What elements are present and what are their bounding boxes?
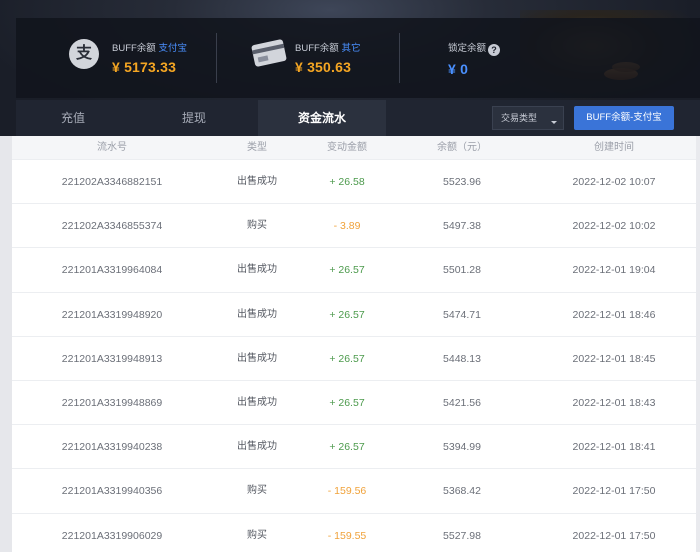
- cell-type: 购买: [247, 220, 267, 232]
- cell-balance: 5448.13: [443, 352, 481, 365]
- cell-change: + 26.57: [329, 352, 365, 365]
- cell-type: 出售成功: [237, 396, 277, 408]
- balance-source-link[interactable]: 其它: [341, 43, 360, 54]
- cell-time: 2022-12-02 10:07: [572, 176, 656, 188]
- balance-amount: ¥ 0: [448, 61, 469, 77]
- table-row: 221201A3319948913 出售成功 + 26.57 5448.13 2022-…: [12, 337, 696, 381]
- balance-text: BUFF余额 支付宝 ¥ 5173.33: [112, 40, 187, 75]
- balance-summary: 支 BUFF余额 支付宝 ¥ 5173.33 BUFF余额 其它 ¥ 350.6…: [16, 18, 700, 98]
- cell-serial: 221202A3346882151: [61, 176, 163, 188]
- cell-time: 2022-12-01 18:41: [572, 441, 656, 454]
- cell-balance: 5474.71: [443, 308, 481, 321]
- cell-change: + 26.57: [329, 396, 365, 409]
- balance-source-link[interactable]: 支付宝: [158, 43, 187, 54]
- column-header-serial: 流水号: [97, 142, 127, 153]
- cell-serial: 221201A3319940356: [61, 485, 163, 498]
- table-row: 221201A3319940356 购买 - 159.56 5368.42 2022-1…: [12, 469, 696, 514]
- column-header-balance: 余额（元）: [437, 142, 487, 153]
- cell-change: + 26.58: [329, 176, 365, 188]
- cell-time: 2022-12-01 17:50: [572, 485, 656, 498]
- cell-change: - 159.56: [327, 485, 367, 498]
- cell-time: 2022-12-01 18:43: [572, 396, 656, 409]
- scrollbar[interactable]: [696, 136, 700, 552]
- table-header: 流水号 类型 变动金额 余额（元） 创建时间: [12, 136, 696, 160]
- cell-time: 2022-12-02 10:02: [572, 220, 656, 233]
- table-body: 221202A3346882151 出售成功 + 26.58 5523.96 2022-…: [12, 160, 696, 552]
- cell-balance: 5501.28: [443, 264, 481, 277]
- balance-text: 锁定余额? ¥ 0: [448, 40, 501, 77]
- table-row: 221201A3319906029 购买 - 159.55 5527.98 2022-1…: [12, 514, 696, 552]
- cell-type: 购买: [247, 485, 267, 497]
- tab-withdraw[interactable]: 提现: [130, 100, 258, 136]
- table-row: 221201A3319964084 出售成功 + 26.57 5501.28 2022-…: [12, 248, 696, 293]
- cell-balance: 5421.56: [443, 396, 481, 409]
- cell-balance: 5368.42: [443, 485, 481, 498]
- tab-fund-flow[interactable]: 资金流水: [258, 100, 386, 136]
- cell-change: + 26.57: [329, 264, 365, 277]
- table-row: 221201A3319948869 出售成功 + 26.57 5421.56 2022-…: [12, 381, 696, 426]
- table-row: 221202A3346882151 出售成功 + 26.58 5523.96 2022-…: [12, 160, 696, 205]
- help-icon[interactable]: ?: [488, 44, 501, 56]
- column-header-change: 变动金额: [327, 142, 367, 153]
- cell-time: 2022-12-01 17:50: [572, 529, 656, 542]
- cell-serial: 221201A3319940238: [61, 441, 163, 454]
- cell-serial: 221201A3319906029: [61, 529, 163, 542]
- cell-balance: 5394.99: [443, 441, 481, 454]
- column-header-time: 创建时间: [594, 142, 634, 153]
- cell-serial: 221201A3319948920: [61, 308, 163, 321]
- balance-label: 锁定余额?: [448, 40, 501, 56]
- balance-label: BUFF余额 其它: [295, 43, 361, 54]
- cell-type: 出售成功: [237, 264, 277, 276]
- cell-change: + 26.57: [329, 308, 365, 321]
- balance-source-button[interactable]: BUFF余额-支付宝: [574, 106, 674, 130]
- cell-change: - 3.89: [333, 220, 361, 233]
- cell-serial: 221201A3319948913: [61, 352, 163, 365]
- chevron-down-icon: [551, 121, 557, 124]
- cell-time: 2022-12-01 19:04: [572, 264, 656, 277]
- balance-amount: ¥ 5173.33: [112, 59, 177, 75]
- table-row: 221201A3319940238 出售成功 + 26.57 5394.99 2022-…: [12, 425, 696, 470]
- cell-serial: 221202A3346855374: [61, 220, 163, 233]
- cell-type: 出售成功: [237, 176, 277, 187]
- cell-balance: 5497.38: [443, 220, 481, 233]
- select-label: 交易类型: [501, 113, 538, 123]
- cell-type: 购买: [247, 529, 267, 541]
- balance-card-alipay: 支 BUFF余额 支付宝 ¥ 5173.33: [16, 18, 216, 98]
- tab-recharge[interactable]: 充值: [16, 100, 130, 136]
- column-header-type: 类型: [247, 142, 267, 153]
- cell-balance: 5523.96: [443, 176, 481, 188]
- cell-time: 2022-12-01 18:46: [572, 308, 656, 321]
- cell-type: 出售成功: [237, 308, 277, 320]
- balance-card-locked: 锁定余额? ¥ 0: [400, 18, 600, 98]
- fund-flow-table: 流水号 类型 变动金额 余额（元） 创建时间 221202A3346882151…: [12, 136, 696, 552]
- cell-change: + 26.57: [329, 441, 365, 454]
- cell-balance: 5527.98: [443, 529, 481, 542]
- cell-type: 出售成功: [237, 441, 277, 453]
- alipay-icon: 支: [69, 39, 99, 69]
- cell-serial: 221201A3319948869: [61, 396, 163, 409]
- transaction-type-select[interactable]: 交易类型: [492, 106, 564, 130]
- bank-card-icon: [251, 38, 287, 68]
- table-row: 221202A3346855374 购买 - 3.89 5497.38 2022-12-…: [12, 204, 696, 249]
- balance-label: BUFF余额 支付宝: [112, 43, 187, 54]
- balance-text: BUFF余额 其它 ¥ 350.63: [295, 40, 360, 75]
- balance-amount: ¥ 350.63: [295, 59, 352, 75]
- balance-card-other: BUFF余额 其它 ¥ 350.63: [217, 18, 399, 98]
- cell-change: - 159.55: [327, 529, 367, 542]
- cell-serial: 221201A3319964084: [61, 264, 163, 277]
- tab-bar: 充值 提现 资金流水 交易类型 BUFF余额-支付宝: [16, 100, 700, 136]
- page-gutter: [0, 136, 12, 552]
- cell-type: 出售成功: [237, 352, 277, 364]
- cell-time: 2022-12-01 18:45: [572, 352, 656, 365]
- table-row: 221201A3319948920 出售成功 + 26.57 5474.71 2022-…: [12, 293, 696, 337]
